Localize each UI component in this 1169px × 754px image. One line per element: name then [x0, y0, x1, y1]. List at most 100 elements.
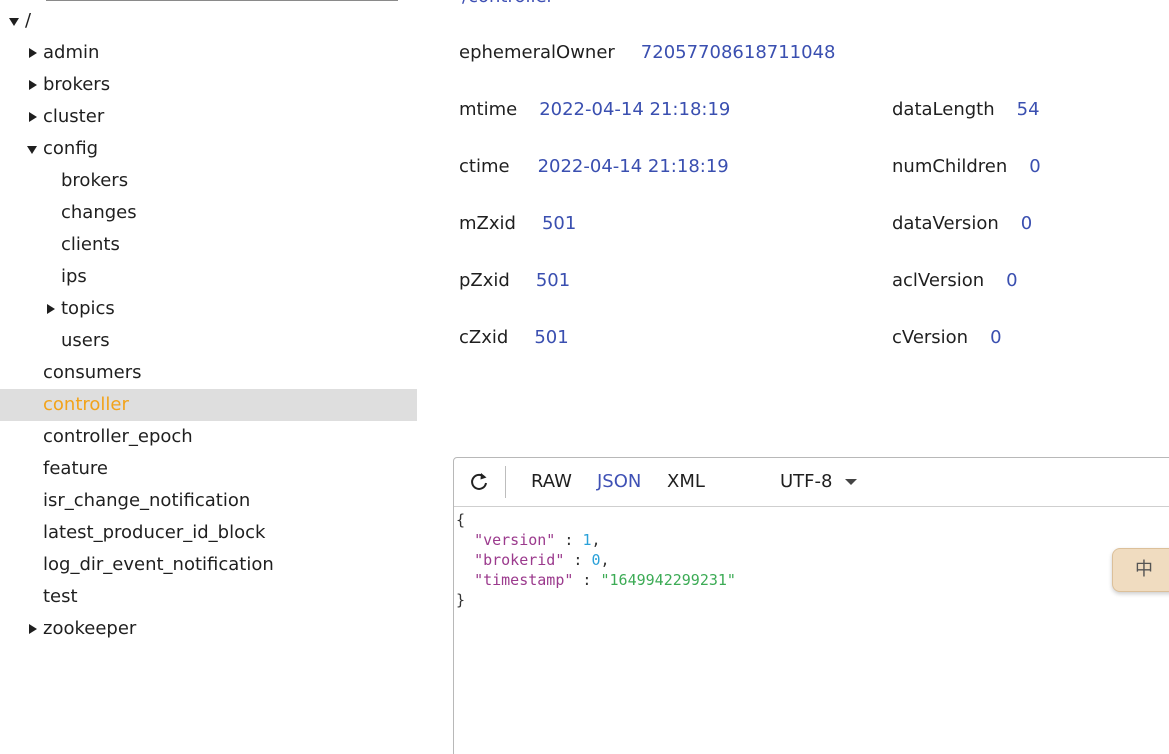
- encoding-select[interactable]: UTF-8: [780, 470, 832, 494]
- tree-item[interactable]: log_dir_event_notification: [0, 549, 417, 581]
- tree-item[interactable]: config: [0, 133, 417, 165]
- tree-item-label: users: [61, 330, 110, 351]
- collapse-arrow-icon[interactable]: [29, 80, 37, 90]
- expand-arrow-icon[interactable]: [9, 18, 19, 26]
- stat-key: mtime: [459, 99, 518, 120]
- stat-value: 0: [1029, 156, 1041, 177]
- stat-key: cZxid: [459, 327, 509, 348]
- stat-value: 2022-04-14 21:18:19: [537, 156, 729, 177]
- stat-mtime: mtime 2022-04-14 21:18:19: [459, 98, 730, 122]
- stat-acl-version: aclVersion 0: [892, 269, 1018, 293]
- stat-ephemeral-owner: ephemeralOwner 72057708618711048: [459, 41, 835, 65]
- tree-item-label: clients: [61, 234, 120, 255]
- stat-value: 501: [541, 213, 577, 234]
- json-value: 0: [591, 551, 601, 569]
- json-key: "version": [474, 531, 556, 549]
- data-content[interactable]: { "version" : 1, "brokerid" : 0, "timest…: [456, 510, 736, 610]
- json-key: "brokerid": [474, 551, 565, 569]
- stat-value: 0: [990, 327, 1002, 348]
- stat-data-length: dataLength 54: [892, 98, 1040, 122]
- tree-root[interactable]: /: [0, 5, 417, 37]
- tree-item[interactable]: test: [0, 581, 417, 613]
- collapse-arrow-icon[interactable]: [29, 112, 37, 122]
- json-close-brace: }: [456, 591, 466, 609]
- stat-key: aclVersion: [892, 270, 985, 291]
- tree-item-label: admin: [43, 42, 100, 63]
- tree-item[interactable]: controller: [0, 389, 417, 421]
- tree-item-label: config: [43, 138, 99, 159]
- tree-item[interactable]: topics: [0, 293, 417, 325]
- json-key: "timestamp": [474, 571, 574, 589]
- stat-key: cVersion: [892, 327, 969, 348]
- tree-item[interactable]: consumers: [0, 357, 417, 389]
- refresh-icon[interactable]: [468, 471, 490, 493]
- stat-mzxid: mZxid 501: [459, 212, 576, 236]
- toolbar-divider: [505, 466, 506, 498]
- collapse-arrow-icon[interactable]: [29, 48, 37, 58]
- tree-item[interactable]: users: [0, 325, 417, 357]
- tree-item-label: test: [43, 586, 78, 607]
- stat-value: 501: [534, 327, 569, 348]
- stat-pzxid: pZxid 501: [459, 269, 570, 293]
- tree-item[interactable]: admin: [0, 37, 417, 69]
- json-value: 1: [582, 531, 592, 549]
- tree-item-label: ips: [61, 266, 87, 287]
- collapse-arrow-icon[interactable]: [47, 304, 55, 314]
- format-raw-button[interactable]: RAW: [531, 470, 572, 494]
- tree-item-label: consumers: [43, 362, 142, 383]
- stat-c-version: cVersion 0: [892, 326, 1002, 350]
- tree-item-label: changes: [61, 202, 137, 223]
- node-tree: / admin brokers cluster config brokers change…: [0, 0, 417, 754]
- stat-num-children: numChildren 0: [892, 155, 1041, 179]
- stat-value: 501: [535, 270, 571, 291]
- tree-item[interactable]: latest_producer_id_block: [0, 517, 417, 549]
- tree-item[interactable]: feature: [0, 453, 417, 485]
- stat-value: 0: [1006, 270, 1018, 291]
- json-value: "1649942299231": [600, 571, 736, 589]
- tree-item-label: zookeeper: [43, 618, 137, 639]
- viewer-toolbar: RAW JSON XML UTF-8: [454, 458, 1169, 507]
- format-json-button[interactable]: JSON: [597, 470, 641, 494]
- json-open-brace: {: [456, 511, 466, 529]
- collapse-arrow-icon[interactable]: [29, 624, 37, 634]
- tree-item[interactable]: changes: [0, 197, 417, 229]
- zookeeper-browser: / admin brokers cluster config brokers change…: [0, 0, 1169, 754]
- format-xml-button[interactable]: XML: [667, 470, 705, 494]
- tree-item-label: latest_producer_id_block: [43, 522, 266, 543]
- stat-value: 54: [1016, 99, 1040, 120]
- tree-item-label: topics: [61, 298, 115, 319]
- data-viewer: RAW JSON XML UTF-8 { "version" : 1, "bro…: [453, 457, 1169, 754]
- tree-item-label: log_dir_event_notification: [43, 554, 274, 575]
- tree-item-label: controller_epoch: [43, 426, 193, 447]
- tree-item[interactable]: brokers: [0, 165, 417, 197]
- tree-top-divider: [46, 0, 398, 1]
- tree-item[interactable]: isr_change_notification: [0, 485, 417, 517]
- tree-item-label: isr_change_notification: [43, 490, 251, 511]
- stat-key: numChildren: [892, 156, 1008, 177]
- stat-value: 72057708618711048: [640, 42, 836, 63]
- tree-item[interactable]: ips: [0, 261, 417, 293]
- stat-key: ctime: [459, 156, 510, 177]
- tree-item-label: controller: [43, 394, 129, 415]
- chevron-down-icon[interactable]: [845, 479, 857, 485]
- tree-item-label: cluster: [43, 106, 105, 127]
- stat-key: dataVersion: [892, 213, 999, 234]
- stat-key: ephemeralOwner: [459, 42, 615, 63]
- tree-item[interactable]: controller_epoch: [0, 421, 417, 453]
- stat-value: 0: [1020, 213, 1033, 234]
- ime-indicator[interactable]: 中: [1112, 548, 1169, 592]
- tree-item[interactable]: zookeeper: [0, 613, 417, 645]
- tree-item-label: feature: [43, 458, 108, 479]
- stat-czxid: cZxid 501: [459, 326, 569, 350]
- expand-arrow-icon[interactable]: [27, 146, 37, 154]
- tree-item-label: brokers: [61, 170, 129, 191]
- stat-key: mZxid: [459, 213, 516, 234]
- stat-ctime: ctime 2022-04-14 21:18:19: [459, 155, 729, 179]
- tree-root-label: /: [25, 10, 32, 31]
- stat-data-version: dataVersion 0: [892, 212, 1032, 236]
- stat-key: dataLength: [892, 99, 995, 120]
- tree-item[interactable]: brokers: [0, 69, 417, 101]
- tree-item[interactable]: clients: [0, 229, 417, 261]
- tree-item[interactable]: cluster: [0, 101, 417, 133]
- tree-item-label: brokers: [43, 74, 111, 95]
